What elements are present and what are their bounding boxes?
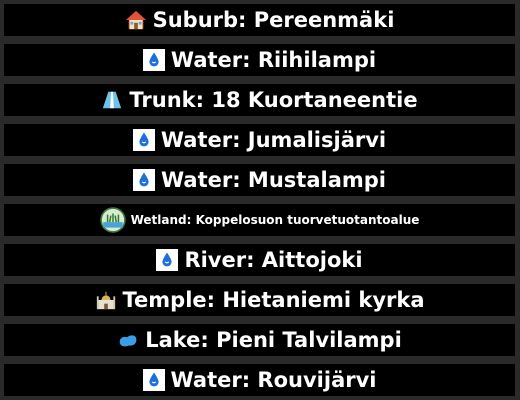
water-drop-icon xyxy=(156,249,179,271)
list-item-wetland[interactable]: Wetland: Koppelosuon tuorvetuotantoalue xyxy=(4,204,515,236)
water-drop-icon xyxy=(142,49,165,71)
list-item-label: Water: Mustalampi xyxy=(161,168,386,192)
lake-icon xyxy=(117,329,139,351)
place-list: Suburb: Pereenmäki Water: Riihilampi Tru… xyxy=(0,0,520,400)
list-item-label: River: Aittojoki xyxy=(184,248,363,272)
list-item-label: Water: Jumalisjärvi xyxy=(160,128,387,152)
list-item-trunk[interactable]: Trunk: 18 Kuortaneentie xyxy=(4,84,515,116)
list-item-river[interactable]: River: Aittojoki xyxy=(4,244,515,276)
wetland-icon xyxy=(99,207,126,233)
list-item-label: Water: Rouvijärvi xyxy=(170,368,377,392)
list-item-label: Trunk: 18 Kuortaneentie xyxy=(129,88,418,112)
water-drop-icon xyxy=(133,169,155,191)
list-item-label: Suburb: Pereenmäki xyxy=(152,8,395,32)
list-item-water[interactable]: Water: Jumalisjärvi xyxy=(4,124,515,156)
water-drop-icon xyxy=(142,369,165,391)
house-icon xyxy=(125,9,147,31)
list-item-suburb[interactable]: Suburb: Pereenmäki xyxy=(4,4,515,36)
list-item-lake[interactable]: Lake: Pieni Talvilampi xyxy=(4,324,515,356)
list-item-label: Wetland: Koppelosuon tuorvetuotantoalue xyxy=(130,213,420,227)
road-icon xyxy=(101,89,123,111)
list-item-label: Lake: Pieni Talvilampi xyxy=(145,328,402,352)
list-item-water[interactable]: Water: Mustalampi xyxy=(4,164,515,196)
list-item-water[interactable]: Water: Riihilampi xyxy=(4,44,515,76)
list-item-temple[interactable]: Temple: Hietaniemi kyrka xyxy=(4,284,515,316)
temple-icon xyxy=(95,289,117,311)
list-item-label: Water: Riihilampi xyxy=(170,48,377,72)
list-item-water[interactable]: Water: Rouvijärvi xyxy=(4,364,515,396)
list-item-label: Temple: Hietaniemi kyrka xyxy=(122,288,425,312)
water-drop-icon xyxy=(132,129,155,151)
